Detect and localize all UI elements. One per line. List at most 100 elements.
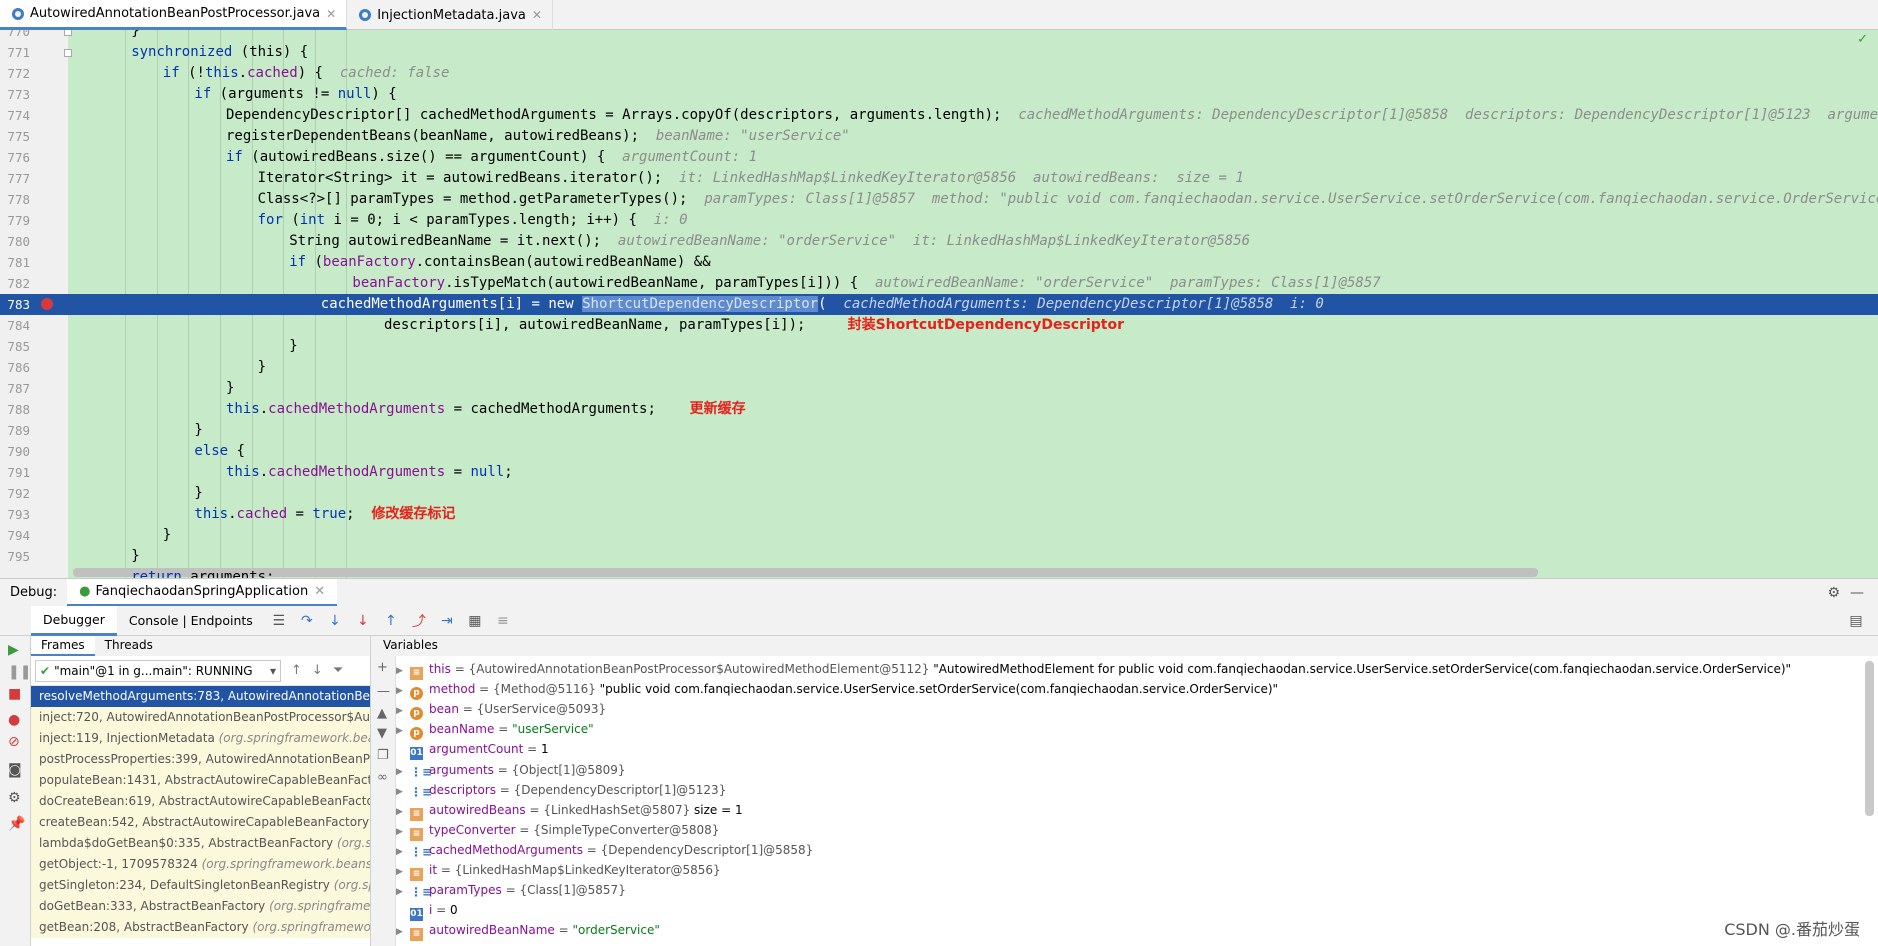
code-line[interactable]: 773 if (arguments != null) { [0, 84, 1878, 105]
pin-icon[interactable]: 📌 [8, 816, 25, 832]
expand-arrow-icon[interactable]: ▶ [396, 701, 410, 721]
stack-frame[interactable]: doCreateBean:619, AbstractAutowireCapabl… [31, 791, 370, 812]
step-out-icon[interactable]: ↑ [383, 613, 399, 629]
expand-arrow-icon[interactable]: ▶ [396, 681, 410, 701]
variable-row[interactable]: ▶ ≡ autowiredBeanName = "orderService" [396, 920, 660, 942]
variable-row[interactable]: ▶ ≡ this = {AutowiredAnnotationBeanPostPro… [396, 659, 1791, 681]
step-into-icon[interactable]: ↓ [327, 613, 343, 629]
line-number[interactable]: 786 [0, 357, 30, 378]
stack-frame[interactable]: lambda$doGetBean$0:335, AbstractBeanFact… [31, 833, 370, 854]
line-number[interactable]: 773 [0, 84, 30, 105]
variable-row[interactable]: ▶ ≡ autowiredBeans = {LinkedHashSet@5807} … [396, 800, 743, 822]
up-arrow-icon[interactable]: ↑ [291, 663, 302, 678]
variable-row[interactable]: ▶ p beanName = "userService" [396, 719, 594, 741]
stack-frame[interactable]: inject:720, AutowiredAnnotationBeanPostP… [31, 707, 370, 728]
expand-arrow-icon[interactable]: ▶ [396, 782, 410, 802]
stop-icon[interactable]: ■ [8, 686, 21, 702]
code-line[interactable]: 775 registerDependentBeans(beanName, auto… [0, 126, 1878, 147]
line-number[interactable]: 783 [0, 294, 30, 315]
line-number[interactable]: 775 [0, 126, 30, 147]
code-line[interactable]: 793 this.cached = true; 修改缓存标记 [0, 504, 1878, 525]
code-line[interactable]: 783 cachedMethodArguments[i] = new Shortc… [0, 294, 1878, 315]
variable-row[interactable]: ▶ ⋮≡cachedMethodArguments = {DependencyDe… [396, 840, 813, 860]
line-number[interactable]: 788 [0, 399, 30, 420]
code-line[interactable]: 792} [0, 483, 1878, 504]
line-number[interactable]: 792 [0, 483, 30, 504]
expand-arrow-icon[interactable]: ▶ [396, 762, 410, 782]
tab-debugger[interactable]: Debugger [31, 605, 117, 636]
line-number[interactable]: 795 [0, 546, 30, 567]
vertical-scrollbar[interactable] [1865, 661, 1874, 816]
line-number[interactable]: 770 [0, 30, 30, 42]
stack-frame[interactable]: resolveMethodArguments:783, AutowiredAnn… [31, 686, 370, 707]
code-line[interactable]: 786} [0, 357, 1878, 378]
code-line[interactable]: 791 this.cachedMethodArguments = null; [0, 462, 1878, 483]
stack-frame[interactable]: inject:119, InjectionMetadata (org.sprin… [31, 728, 370, 749]
expand-arrow-icon[interactable]: ▶ [396, 802, 410, 822]
close-icon[interactable]: ✕ [326, 7, 336, 21]
settings-icon[interactable]: ⚙ [8, 790, 21, 806]
debug-config-tab[interactable]: ● FanqiechaodanSpringApplication ✕ [67, 578, 338, 607]
line-number[interactable]: 791 [0, 462, 30, 483]
variable-row[interactable]: ▶ ≡ typeConverter = {SimpleTypeConverter@5… [396, 820, 719, 841]
gear-icon[interactable]: ⚙ [1827, 585, 1840, 601]
code-line[interactable]: 784 descriptors[i], autowiredBeanName, pa… [0, 315, 1878, 336]
line-number[interactable]: 785 [0, 336, 30, 357]
code-line[interactable]: 782 beanFactory.isTypeMatch(autowiredBean… [0, 273, 1878, 294]
view-breakpoints-icon[interactable]: ● [8, 712, 20, 728]
expand-arrow-icon[interactable]: ▶ [396, 862, 410, 882]
layout-icon[interactable]: ▤ [1848, 613, 1864, 629]
line-number[interactable]: 772 [0, 63, 30, 84]
code-line[interactable]: 788 this.cachedMethodArguments = cachedMe… [0, 399, 1878, 420]
line-number[interactable]: 787 [0, 378, 30, 399]
camera-icon[interactable]: ◙ [8, 762, 22, 778]
expand-arrow-icon[interactable]: ▶ [396, 661, 410, 681]
minimize-icon[interactable]: — [1850, 585, 1864, 601]
mute-breakpoints-icon[interactable]: ⊘ [8, 734, 20, 750]
stack-frame[interactable]: postProcessProperties:399, AutowiredAnno… [31, 749, 370, 770]
code-line[interactable]: 779 for (int i = 0; i < paramTypes.length… [0, 210, 1878, 231]
variable-row[interactable]: ▶ ≡ it = {LinkedHashMap$LinkedKeyIterator@… [396, 860, 721, 882]
code-line[interactable]: 785} [0, 336, 1878, 357]
variable-row[interactable]: 01 argumentCount = 1 [396, 739, 549, 761]
line-number[interactable]: 780 [0, 231, 30, 252]
breakpoint-icon[interactable] [41, 298, 53, 310]
variable-row[interactable]: ▶ p method = {Method@5116} "public void co… [396, 679, 1278, 701]
line-number[interactable]: 776 [0, 147, 30, 168]
code-line[interactable]: 771 synchronized (this) { [0, 42, 1878, 63]
stack-frame[interactable]: doGetBean:333, AbstractBeanFactory (org.… [31, 896, 370, 917]
line-number[interactable]: 771 [0, 42, 30, 63]
stack-frame[interactable]: populateBean:1431, AbstractAutowireCapab… [31, 770, 370, 791]
line-number[interactable]: 781 [0, 252, 30, 273]
expand-arrow-icon[interactable]: ▶ [396, 922, 410, 942]
drop-frame-icon[interactable]: ⤴ [411, 611, 427, 631]
force-step-into-icon[interactable]: ↓ [355, 613, 371, 629]
menu-icon[interactable]: ☰ [271, 613, 287, 629]
pause-icon[interactable]: ❚❚ [8, 664, 31, 680]
evaluate-expression-icon[interactable]: ▦ [467, 613, 483, 629]
line-number[interactable]: 779 [0, 210, 30, 231]
variable-row[interactable]: ▶ ⋮≡paramTypes = {Class[1]@5857} [396, 880, 626, 900]
code-line[interactable]: 787} [0, 378, 1878, 399]
line-number[interactable]: 782 [0, 273, 30, 294]
down-arrow-icon[interactable]: ↓ [312, 663, 323, 678]
tab-threads[interactable]: Threads [95, 636, 163, 656]
line-number[interactable]: 790 [0, 441, 30, 462]
tab-frames[interactable]: Frames [31, 636, 95, 656]
stack-frame[interactable]: getObject:-1, 1709578324 (org.springfram… [31, 854, 370, 875]
code-editor[interactable]: ✓ 770} 771 synchronized (this) {772 if (!th… [0, 30, 1878, 578]
fold-marker-icon[interactable] [64, 49, 72, 57]
code-line[interactable]: 795} [0, 546, 1878, 567]
variable-row[interactable]: 01 i = 0 [396, 900, 458, 922]
copy-icon[interactable]: ❐ [377, 748, 389, 763]
line-number[interactable]: 793 [0, 504, 30, 525]
code-line[interactable]: 778 Class<?>[] paramTypes = method.getPar… [0, 189, 1878, 210]
code-line[interactable]: 770} [0, 30, 1878, 42]
tab-console-endpoints[interactable]: Console | Endpoints [117, 606, 265, 636]
filter-icon[interactable]: ⏷ [333, 663, 343, 678]
variable-row[interactable]: ▶ ⋮≡arguments = {Object[1]@5809} [396, 760, 626, 780]
stack-frame[interactable]: createBean:542, AbstractAutowireCapableB… [31, 812, 370, 833]
code-line[interactable]: 777 Iterator<String> it = autowiredBeans.… [0, 168, 1878, 189]
thread-selector[interactable]: ✔ "main"@1 in g...main": RUNNING ▾ [35, 659, 281, 682]
line-number[interactable]: 774 [0, 105, 30, 126]
